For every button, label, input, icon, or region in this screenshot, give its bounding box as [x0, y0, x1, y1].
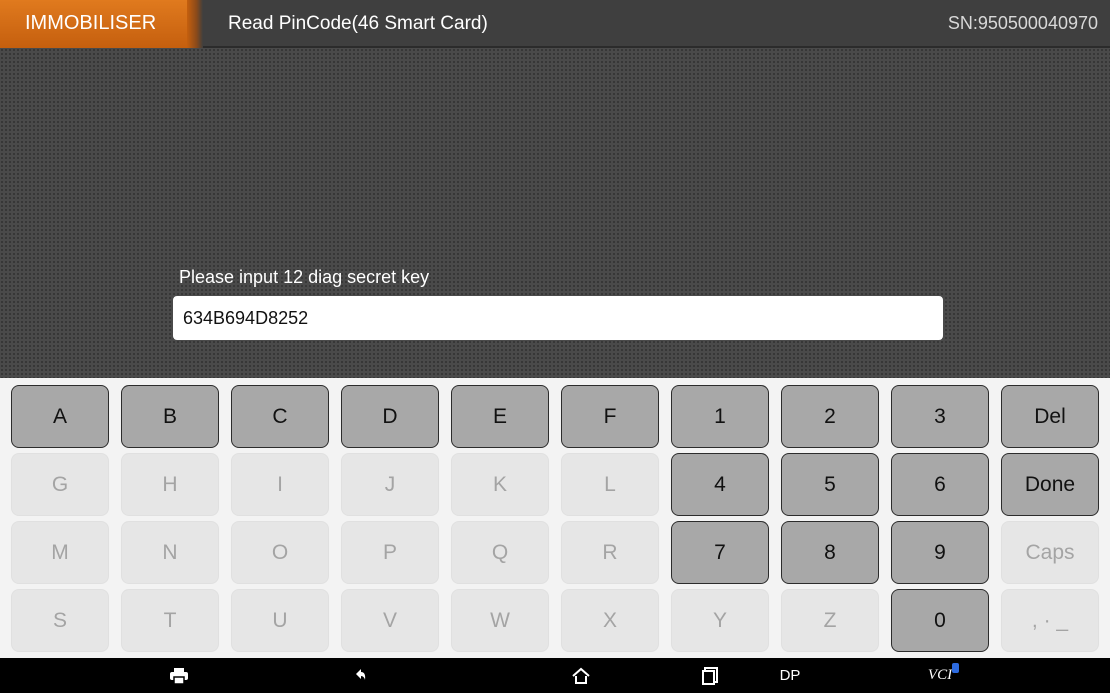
- vci-status[interactable]: VCI: [915, 658, 965, 693]
- key-s: S: [11, 589, 109, 652]
- key-o: O: [231, 521, 329, 584]
- content-area: Please input 12 diag secret key: [0, 48, 1110, 378]
- key-u: U: [231, 589, 329, 652]
- key-c[interactable]: C: [231, 385, 329, 448]
- dp-button[interactable]: DP: [770, 658, 810, 693]
- key-a[interactable]: A: [11, 385, 109, 448]
- key-j: J: [341, 453, 439, 516]
- key-d[interactable]: D: [341, 385, 439, 448]
- key-0[interactable]: 0: [891, 589, 989, 652]
- key-g: G: [11, 453, 109, 516]
- system-nav-bar: DP VCI: [0, 658, 1110, 693]
- key-i: I: [231, 453, 329, 516]
- input-prompt: Please input 12 diag secret key: [179, 267, 430, 287]
- key-2[interactable]: 2: [781, 385, 879, 448]
- page-title: Read PinCode(46 Smart Card): [228, 13, 488, 34]
- key-4[interactable]: 4: [671, 453, 769, 516]
- caps-key: Caps: [1001, 521, 1099, 584]
- key-9[interactable]: 9: [891, 521, 989, 584]
- key-q: Q: [451, 521, 549, 584]
- module-tab[interactable]: IMMOBILISER: [0, 0, 203, 48]
- key-b[interactable]: B: [121, 385, 219, 448]
- key-n: N: [121, 521, 219, 584]
- module-label: IMMOBILISER: [25, 12, 157, 34]
- key-k: K: [451, 453, 549, 516]
- symbols-key: , · _: [1001, 589, 1099, 652]
- serial-number: SN:950500040970: [947, 13, 1098, 33]
- key-1[interactable]: 1: [671, 385, 769, 448]
- key-e[interactable]: E: [451, 385, 549, 448]
- key-h: H: [121, 453, 219, 516]
- key-m: M: [11, 521, 109, 584]
- key-5[interactable]: 5: [781, 453, 879, 516]
- vci-label: VCI: [928, 663, 960, 684]
- key-7[interactable]: 7: [671, 521, 769, 584]
- key-v: V: [341, 589, 439, 652]
- key-3[interactable]: 3: [891, 385, 989, 448]
- key-8[interactable]: 8: [781, 521, 879, 584]
- key-6[interactable]: 6: [891, 453, 989, 516]
- recent-apps-icon[interactable]: [695, 658, 725, 693]
- key-p: P: [341, 521, 439, 584]
- home-icon[interactable]: [566, 658, 596, 693]
- delete-key[interactable]: Del: [1001, 385, 1099, 448]
- secret-key-input[interactable]: [173, 296, 943, 340]
- title-bar: IMMOBILISER Read PinCode(46 Smart Card) …: [0, 0, 1110, 48]
- key-f[interactable]: F: [561, 385, 659, 448]
- back-icon[interactable]: [345, 658, 375, 693]
- key-l: L: [561, 453, 659, 516]
- on-screen-keyboard: A B C D E F 1 2 3 Del G H I J K L 4 5 6 …: [0, 378, 1110, 658]
- key-w: W: [451, 589, 549, 652]
- screenshot-icon[interactable]: [164, 658, 194, 693]
- done-key[interactable]: Done: [1001, 453, 1099, 516]
- key-t: T: [121, 589, 219, 652]
- bluetooth-icon: [952, 663, 960, 673]
- key-y: Y: [671, 589, 769, 652]
- key-z: Z: [781, 589, 879, 652]
- key-r: R: [561, 521, 659, 584]
- key-x: X: [561, 589, 659, 652]
